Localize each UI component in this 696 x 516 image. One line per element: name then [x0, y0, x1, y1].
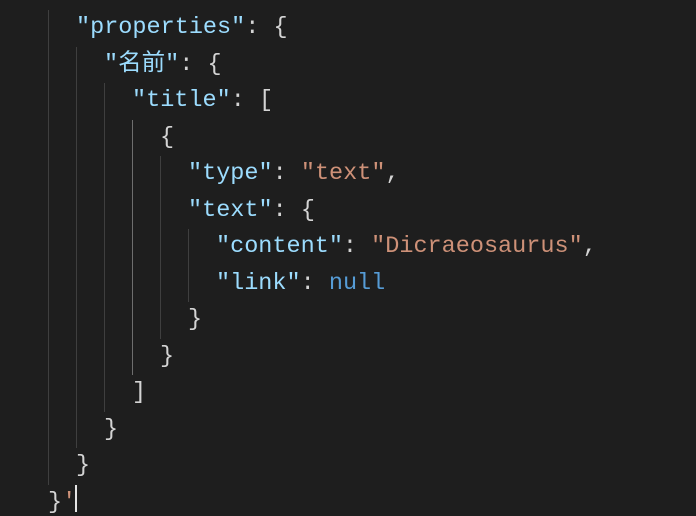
code-line: }: [48, 302, 696, 339]
indent-guide: [132, 266, 133, 303]
indent-guide: [76, 229, 77, 266]
code-line: }: [48, 412, 696, 449]
code-line: "type": "text",: [48, 156, 696, 193]
code-token: :: [179, 51, 207, 78]
code-editor[interactable]: "properties": {"名前": {"title": [{"type":…: [0, 0, 696, 516]
code-line: "properties": {: [48, 10, 696, 47]
indent-guide: [160, 302, 161, 339]
code-token: :: [273, 160, 301, 187]
indent-guide: [48, 47, 49, 84]
code-token: }: [76, 452, 90, 479]
indent-guide: [48, 302, 49, 339]
indent-guide: [132, 229, 133, 266]
indent-guide: [76, 339, 77, 376]
code-token: ': [62, 489, 76, 516]
indent-guide: [188, 229, 189, 266]
code-token: [: [259, 87, 273, 114]
indent-guide: [48, 120, 49, 157]
indent-guide: [132, 302, 133, 339]
indent-guide: [76, 83, 77, 120]
code-line: "link": null: [48, 266, 696, 303]
indent-guide: [48, 266, 49, 303]
indent-guide: [104, 266, 105, 303]
code-token: ,: [583, 233, 597, 260]
indent-guide: [104, 120, 105, 157]
indent-guide: [48, 10, 49, 47]
text-cursor: [75, 485, 77, 512]
code-line: }: [48, 448, 696, 485]
code-token: :: [231, 87, 259, 114]
code-token: }: [104, 416, 118, 443]
indent-guide: [48, 83, 49, 120]
indent-guide: [160, 229, 161, 266]
indent-guide: [132, 193, 133, 230]
code-token: {: [301, 197, 315, 224]
indent-guide: [76, 47, 77, 84]
code-token: "title": [132, 87, 231, 114]
indent-guide: [48, 229, 49, 266]
code-line: ]: [48, 375, 696, 412]
code-token: "content": [216, 233, 343, 260]
indent-guide: [48, 448, 49, 485]
indent-guide: [104, 83, 105, 120]
indent-guide: [48, 193, 49, 230]
indent-guide: [48, 375, 49, 412]
code-line: {: [48, 120, 696, 157]
code-token: :: [301, 270, 329, 297]
indent-guide: [160, 266, 161, 303]
indent-guide: [76, 266, 77, 303]
indent-guide: [48, 412, 49, 449]
code-token: {: [207, 51, 221, 78]
indent-guide: [48, 339, 49, 376]
indent-guide: [104, 229, 105, 266]
code-token: :: [245, 14, 273, 41]
code-line: "content": "Dicraeosaurus",: [48, 229, 696, 266]
code-token: "text": [301, 160, 386, 187]
code-line: }': [48, 485, 696, 516]
code-token: }: [160, 343, 174, 370]
indent-guide: [104, 156, 105, 193]
code-token: "link": [216, 270, 301, 297]
indent-guide: [104, 339, 105, 376]
code-token: "名前": [104, 51, 179, 78]
indent-guide: [76, 156, 77, 193]
indent-guide: [188, 266, 189, 303]
code-line: "title": [: [48, 83, 696, 120]
indent-guide: [76, 120, 77, 157]
code-line: "text": {: [48, 193, 696, 230]
indent-guide: [76, 193, 77, 230]
code-token: ]: [132, 379, 146, 406]
indent-guide: [160, 193, 161, 230]
indent-guide: [76, 375, 77, 412]
code-token: }: [188, 306, 202, 333]
code-token: ,: [385, 160, 399, 187]
code-token: "text": [188, 197, 273, 224]
indent-guide: [48, 156, 49, 193]
code-token: "properties": [76, 14, 245, 41]
indent-guide: [160, 156, 161, 193]
code-token: :: [273, 197, 301, 224]
indent-guide: [104, 193, 105, 230]
indent-guide: [132, 156, 133, 193]
code-token: "type": [188, 160, 273, 187]
indent-guide: [76, 412, 77, 449]
code-token: }: [48, 489, 62, 516]
indent-guide: [132, 339, 133, 376]
code-line: }: [48, 339, 696, 376]
code-token: null: [329, 270, 385, 297]
indent-guide: [76, 302, 77, 339]
code-line: "名前": {: [48, 47, 696, 84]
indent-guide: [104, 375, 105, 412]
code-token: "Dicraeosaurus": [371, 233, 583, 260]
code-token: {: [160, 124, 174, 151]
code-token: {: [273, 14, 287, 41]
indent-guide: [104, 302, 105, 339]
indent-guide: [132, 120, 133, 157]
code-token: :: [343, 233, 371, 260]
